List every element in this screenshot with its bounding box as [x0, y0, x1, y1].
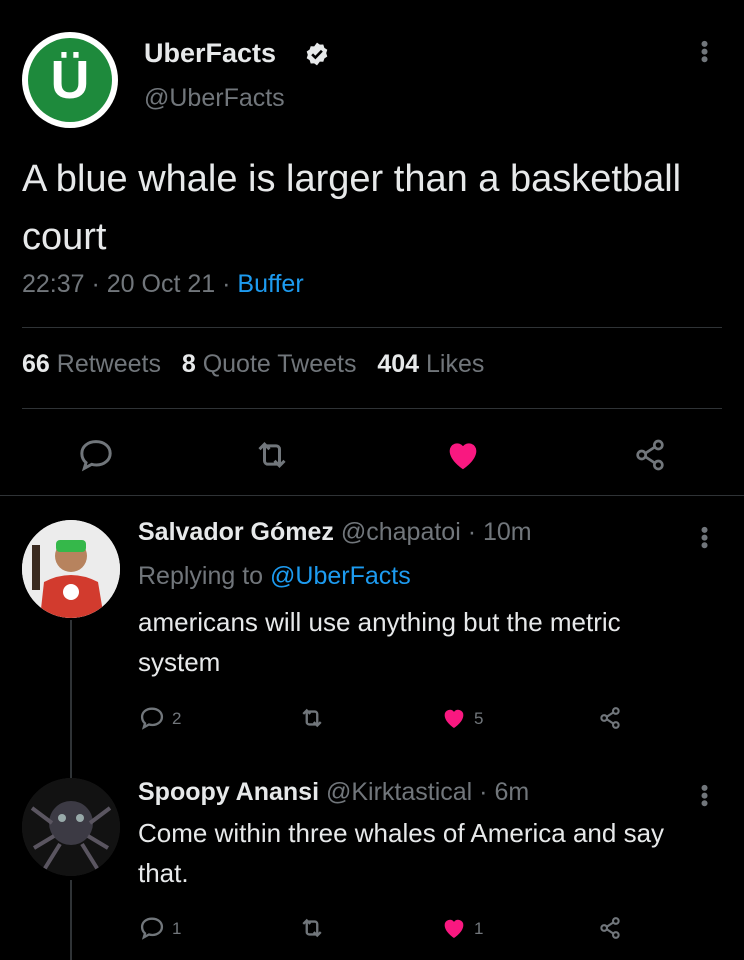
tweet-meta: 22:37 · 20 Oct 21 · Buffer: [22, 270, 304, 298]
reply-author-handle[interactable]: @chapatoi: [341, 518, 461, 546]
reply-text: Come within three whales of America and …: [138, 818, 665, 888]
divider: [22, 327, 722, 328]
tweet-source[interactable]: Buffer: [237, 270, 303, 298]
tweet-date: 20 Oct 21: [106, 270, 216, 298]
reply-icon[interactable]: [138, 914, 166, 942]
share-icon[interactable]: [596, 914, 624, 942]
replying-to: Replying to @UberFacts: [138, 562, 411, 590]
like-count: 5: [474, 709, 484, 728]
tweet-time: 22:37: [22, 270, 85, 298]
verified-badge-icon: [304, 41, 330, 67]
retweets-stat[interactable]: 66 Retweets: [22, 350, 161, 378]
divider: [0, 495, 744, 496]
retweet-icon[interactable]: [298, 914, 326, 942]
reply-count: 2: [172, 709, 182, 728]
tweet-text: A blue whale is larger than a basketball…: [22, 158, 682, 258]
quotes-stat[interactable]: 8 Quote Tweets: [182, 350, 357, 378]
reply-icon[interactable]: [76, 435, 116, 475]
reply-text: americans will use anything but the metr…: [138, 607, 621, 677]
reply-author-name[interactable]: Salvador Gómez: [138, 518, 334, 546]
author-avatar[interactable]: Ü: [22, 32, 118, 128]
replying-to-handle[interactable]: @UberFacts: [270, 562, 411, 590]
reply-icon[interactable]: [138, 704, 166, 732]
author-name[interactable]: UberFacts: [144, 38, 276, 69]
tweet-stats: 66 Retweets 8 Quote Tweets 404 Likes: [22, 350, 484, 379]
retweet-icon[interactable]: [298, 704, 326, 732]
like-count: 1: [474, 919, 484, 938]
likes-stat[interactable]: 404 Likes: [377, 350, 484, 378]
thread-line: [70, 620, 72, 780]
heart-icon[interactable]: [443, 435, 483, 475]
reply-header: Salvador Gómez @chapatoi · 10m: [138, 518, 532, 546]
more-icon[interactable]: •••: [692, 40, 717, 63]
reply-header: Spoopy Anansi @Kirktastical · 6m: [138, 778, 530, 806]
share-icon[interactable]: [630, 435, 670, 475]
reply-time[interactable]: 10m: [483, 518, 532, 546]
retweet-icon[interactable]: [252, 435, 292, 475]
more-icon[interactable]: •••: [692, 526, 717, 549]
avatar-letter: Ü: [50, 50, 90, 110]
reply-author-handle[interactable]: @Kirktastical: [326, 778, 472, 806]
reply-avatar[interactable]: [22, 520, 120, 618]
more-icon[interactable]: •••: [692, 784, 717, 807]
reply-count: 1: [172, 919, 182, 938]
heart-icon[interactable]: [440, 704, 468, 732]
reply-time[interactable]: 6m: [494, 778, 529, 806]
heart-icon[interactable]: [440, 914, 468, 942]
author-handle[interactable]: @UberFacts: [144, 84, 285, 113]
divider: [22, 408, 722, 409]
share-icon[interactable]: [596, 704, 624, 732]
thread-line: [70, 880, 72, 960]
reply-author-name[interactable]: Spoopy Anansi: [138, 778, 319, 806]
reply-avatar[interactable]: [22, 778, 120, 876]
